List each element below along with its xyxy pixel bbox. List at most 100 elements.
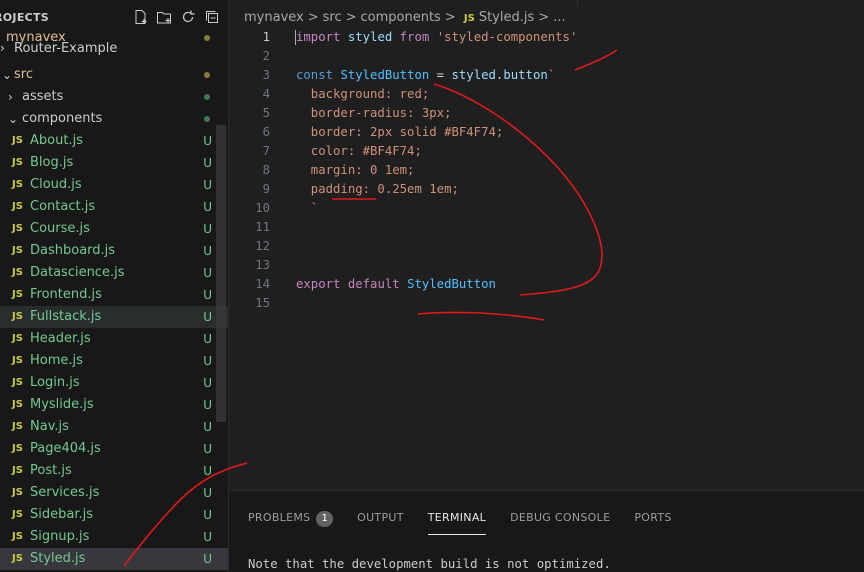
code-token: background: red; — [296, 87, 430, 101]
code-token: styled — [347, 30, 393, 44]
new-file-icon[interactable] — [132, 9, 148, 25]
code-line[interactable]: 4 background: red; — [229, 85, 864, 104]
code-text: margin: 0 1em; — [296, 161, 415, 180]
breadcrumb-item[interactable]: src — [323, 10, 342, 25]
tree-item-label: Course.js — [30, 221, 90, 236]
panel-tabs: PROBLEMS 1 OUTPUT TERMINAL DEBUG CONSOLE … — [248, 511, 696, 535]
tree-item-label: Header.js — [30, 331, 91, 346]
code-line[interactable]: 1 import styled from 'styled-components' — [229, 28, 864, 47]
untracked-badge: U — [203, 332, 212, 346]
tree-item-assets[interactable]: › assets — [0, 86, 228, 108]
breadcrumb-item[interactable]: components — [361, 10, 441, 25]
tree-item-label: Myslide.js — [30, 397, 94, 412]
untracked-badge: U — [203, 552, 212, 566]
code-token: StyledButton — [340, 68, 430, 82]
untracked-badge: U — [203, 464, 212, 478]
code-token: StyledButton — [407, 277, 496, 291]
modified-dot-icon — [204, 72, 210, 78]
tree-file-page404[interactable]: JS Page404.js U — [0, 438, 228, 460]
tab-problems[interactable]: PROBLEMS 1 — [248, 511, 334, 531]
tree-file-signup[interactable]: JS Signup.js U — [0, 526, 228, 548]
code-line[interactable]: 6 border: 2px solid #BF4F74; — [229, 123, 864, 142]
untracked-badge: U — [203, 266, 212, 280]
code-line[interactable]: 11 — [229, 218, 864, 237]
tree-file-frontend[interactable]: JS Frontend.js U — [0, 284, 228, 306]
tree-item-label: Contact.js — [30, 199, 96, 214]
js-file-icon: JS — [12, 553, 23, 564]
sidebar-scrollbar[interactable] — [216, 125, 226, 422]
tree-item-components[interactable]: ⌄ components — [0, 108, 228, 130]
tree-file-login[interactable]: JS Login.js U — [0, 372, 228, 394]
tree-file-fullstack[interactable]: JS Fullstack.js U — [0, 306, 228, 328]
untracked-badge: U — [203, 200, 212, 214]
tree-file-datascience[interactable]: JS Datascience.js U — [0, 262, 228, 284]
tree-file-header[interactable]: JS Header.js U — [0, 328, 228, 350]
line-number: 3 — [262, 68, 270, 82]
code-line[interactable]: 5 border-radius: 3px; — [229, 104, 864, 123]
tree-file-blog[interactable]: JS Blog.js U — [0, 152, 228, 174]
code-line[interactable]: 12 — [229, 237, 864, 256]
bottom-panel: PROBLEMS 1 OUTPUT TERMINAL DEBUG CONSOLE … — [229, 490, 864, 572]
chevron-right-icon: › — [0, 41, 5, 55]
tree-file-myslide[interactable]: JS Myslide.js U — [0, 394, 228, 416]
code-line[interactable]: 15 — [229, 294, 864, 313]
terminal-output[interactable]: Note that the development build is not o… — [248, 557, 611, 571]
code-token: padding: 0.25em 1em; — [296, 182, 459, 196]
code-token: = — [429, 68, 452, 82]
code-token: ` — [296, 201, 319, 215]
tree-file-post[interactable]: JS Post.js U — [0, 460, 228, 482]
line-number: 6 — [262, 125, 270, 139]
tree-file-services[interactable]: JS Services.js U — [0, 482, 228, 504]
tree-item-label: About.js — [30, 133, 83, 148]
tree-file-home[interactable]: JS Home.js U — [0, 350, 228, 372]
collapse-all-icon[interactable] — [204, 9, 220, 25]
explorer-title: ROJECTS — [0, 11, 50, 24]
tree-file-about[interactable]: JS About.js U — [0, 130, 228, 152]
tree-item-src[interactable]: ⌄ src — [0, 64, 228, 86]
code-text: border-radius: 3px; — [296, 104, 452, 123]
untracked-badge: U — [203, 530, 212, 544]
chevron-right-icon: › — [8, 90, 13, 104]
tab-label: PROBLEMS — [248, 511, 311, 524]
new-folder-icon[interactable] — [156, 9, 172, 25]
breadcrumb-item[interactable]: mynavex — [244, 10, 304, 25]
tab-debug-console[interactable]: DEBUG CONSOLE — [510, 511, 610, 531]
line-number: 1 — [262, 30, 270, 44]
tree-file-contact[interactable]: JS Contact.js U — [0, 196, 228, 218]
tree-file-course[interactable]: JS Course.js U — [0, 218, 228, 240]
code-line[interactable]: 8 margin: 0 1em; — [229, 161, 864, 180]
code-token: color: #BF4F74; — [296, 144, 422, 158]
code-line[interactable]: 2 — [229, 47, 864, 66]
tree-file-dashboard[interactable]: JS Dashboard.js U — [0, 240, 228, 262]
tab-terminal[interactable]: TERMINAL — [427, 511, 487, 535]
tree-file-sidebar[interactable]: JS Sidebar.js U — [0, 504, 228, 526]
code-text: border: 2px solid #BF4F74; — [296, 123, 504, 142]
code-line[interactable]: 10 ` — [229, 199, 864, 218]
code-line[interactable]: 13 — [229, 256, 864, 275]
code-text: color: #BF4F74; — [296, 142, 422, 161]
untracked-badge: U — [203, 222, 212, 236]
tab-ports[interactable]: PORTS — [634, 511, 671, 531]
breadcrumb-more[interactable]: > ... — [538, 10, 565, 25]
tree-item-router-example[interactable]: › Router-Example — [0, 41, 228, 56]
tree-item-label: Home.js — [30, 353, 83, 368]
code-token: export — [296, 277, 341, 291]
tab-output[interactable]: OUTPUT — [357, 511, 404, 531]
explorer-actions — [132, 9, 220, 25]
js-file-icon: JS — [12, 201, 23, 212]
breadcrumb-file[interactable]: Styled.js — [479, 10, 534, 25]
refresh-icon[interactable] — [180, 9, 196, 25]
code-line[interactable]: 3 const StyledButton = styled.button` — [229, 66, 864, 85]
code-line[interactable]: 14 export default StyledButton — [229, 275, 864, 294]
tree-item-label: Signup.js — [30, 529, 90, 544]
tree-file-nav[interactable]: JS Nav.js U — [0, 416, 228, 438]
tree-item-label: components — [22, 111, 103, 126]
tree-file-styled[interactable]: JS Styled.js U — [0, 548, 228, 570]
js-file-icon: JS — [12, 355, 23, 366]
code-editor[interactable]: 1 import styled from 'styled-components' 2… — [229, 28, 864, 313]
tree-file-cloud[interactable]: JS Cloud.js U — [0, 174, 228, 196]
code-line[interactable]: 9 padding: 0.25em 1em; — [229, 180, 864, 199]
line-number: 5 — [262, 106, 270, 120]
code-token: const — [296, 68, 334, 82]
code-line[interactable]: 7 color: #BF4F74; — [229, 142, 864, 161]
